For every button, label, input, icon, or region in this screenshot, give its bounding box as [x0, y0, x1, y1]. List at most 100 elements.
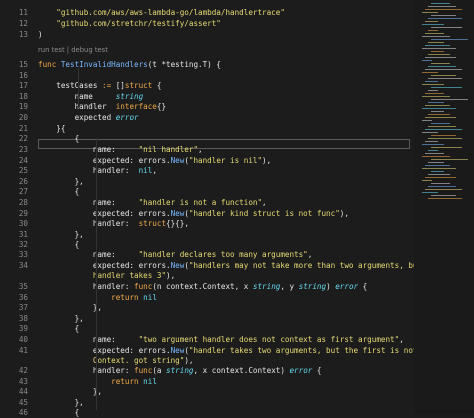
code-line[interactable]: name: "handler declares too many argumen…	[38, 249, 312, 260]
code-token: :=	[102, 81, 116, 90]
code-token: expected	[38, 113, 116, 122]
code-line[interactable]: handler: func(a string, x context.Contex…	[38, 365, 322, 376]
code-token: nil	[138, 166, 153, 175]
code-token: New	[170, 209, 185, 218]
minimap-line	[431, 147, 462, 148]
code-token: expected: errors.	[38, 156, 171, 165]
code-token: {	[38, 240, 80, 249]
code-line[interactable]: },	[38, 302, 102, 313]
minimap-line	[422, 132, 438, 133]
code-token: "github.com/stretchr/testify/assert"	[56, 19, 221, 28]
code-token: expected: errors.	[38, 209, 171, 218]
minimap-line	[431, 87, 462, 88]
minimap-line	[422, 156, 450, 157]
minimap-line	[428, 150, 438, 151]
code-line[interactable]: func TestInvalidHandlers(t *testing.T) {	[38, 59, 221, 70]
minimap-line	[422, 108, 456, 109]
minimap-line	[431, 3, 450, 4]
minimap-line	[422, 192, 438, 193]
code-token: New	[170, 261, 185, 270]
code-token: "github.com/aws/aws-lambda-go/lambda/han…	[56, 8, 285, 17]
code-token: return	[111, 377, 139, 386]
code-line[interactable]: handler interface{}	[38, 101, 166, 112]
code-line[interactable]: "github.com/stretchr/testify/assert"	[38, 18, 221, 29]
code-token: },	[38, 398, 84, 407]
code-line[interactable]: {	[38, 186, 80, 197]
code-line[interactable]: {	[38, 133, 80, 144]
code-token: "handler is nil"	[188, 156, 263, 165]
code-line[interactable]: handler takes 3"),	[38, 270, 175, 281]
code-line[interactable]: testCases := []struct {	[38, 80, 161, 91]
line-number: 42	[18, 366, 28, 375]
code-token: handler:	[38, 219, 139, 228]
code-line[interactable]: name: "handler is not a function",	[38, 197, 267, 208]
code-line[interactable]: expected error	[38, 112, 139, 123]
line-number: 46	[18, 408, 28, 417]
minimap-line	[428, 126, 456, 127]
code-token: func	[134, 282, 153, 291]
minimap[interactable]	[414, 0, 474, 414]
minimap-line	[431, 171, 444, 172]
code-token: (a	[152, 366, 167, 375]
code-token: name:	[38, 250, 139, 259]
minimap-line	[422, 12, 438, 13]
code-token: (t	[147, 60, 162, 69]
line-number: 17	[18, 81, 28, 90]
code-token: },	[38, 230, 84, 239]
line-number: 34	[18, 261, 28, 270]
code-line[interactable]: handler: func(n context.Context, x strin…	[38, 281, 367, 292]
line-number: 20	[18, 113, 28, 122]
minimap-line	[422, 168, 456, 169]
code-token: },	[38, 177, 84, 186]
code-line[interactable]: "github.com/aws/aws-lambda-go/lambda/han…	[38, 7, 285, 18]
codelens-run-test[interactable]: run test | debug test	[38, 45, 108, 56]
minimap-line	[428, 30, 438, 31]
minimap-line	[428, 18, 462, 19]
code-line[interactable]: name: "nil handler",	[38, 144, 203, 155]
minimap-line	[428, 174, 450, 175]
code-line[interactable]: handler: nil,	[38, 165, 157, 176]
code-line[interactable]: {	[38, 407, 80, 418]
code-line[interactable]: },	[38, 386, 102, 397]
line-number: 25	[18, 166, 28, 175]
minimap-line	[422, 60, 432, 61]
code-token: {	[312, 366, 322, 375]
line-number: 15	[18, 60, 28, 69]
code-line[interactable]: {	[38, 323, 80, 334]
code-editor[interactable]: 11 12 13 15 16 17 18 19 20 21 22 23 24 25 26 27 28 29 30 31…	[0, 0, 474, 417]
code-token: {	[38, 408, 80, 417]
code-token: interface	[115, 102, 157, 111]
minimap-line	[422, 36, 450, 37]
minimap-line	[425, 93, 444, 94]
minimap-line	[428, 138, 462, 139]
code-token: handler:	[38, 166, 139, 175]
minimap-line	[425, 21, 438, 22]
minimap-line	[428, 90, 438, 91]
minimap-line	[428, 6, 456, 7]
minimap-line	[431, 159, 468, 160]
code-line[interactable]: name: "two argument handler does not con…	[38, 334, 404, 345]
code-token: )	[38, 30, 43, 39]
minimap-line	[428, 198, 462, 199]
code-token: name:	[38, 198, 139, 207]
code-token: string	[166, 366, 194, 375]
code-token: string	[252, 282, 281, 291]
code-token: struct	[124, 81, 153, 90]
minimap-line	[428, 66, 456, 67]
code-token: string	[115, 92, 144, 101]
minimap-line	[425, 129, 462, 130]
minimap-line	[431, 111, 444, 112]
code-line[interactable]: )	[38, 29, 43, 40]
code-area[interactable]: run test | debug test "github.com/aws/aw…	[38, 0, 422, 417]
minimap-line	[422, 24, 444, 25]
line-number: 39	[18, 324, 28, 333]
code-token: },	[38, 303, 103, 312]
code-token: ),	[166, 271, 176, 280]
minimap-line	[431, 51, 444, 52]
minimap-line	[431, 75, 456, 76]
code-line[interactable]: handler: struct{}{},	[38, 218, 189, 229]
code-token: {}{},	[166, 219, 189, 228]
